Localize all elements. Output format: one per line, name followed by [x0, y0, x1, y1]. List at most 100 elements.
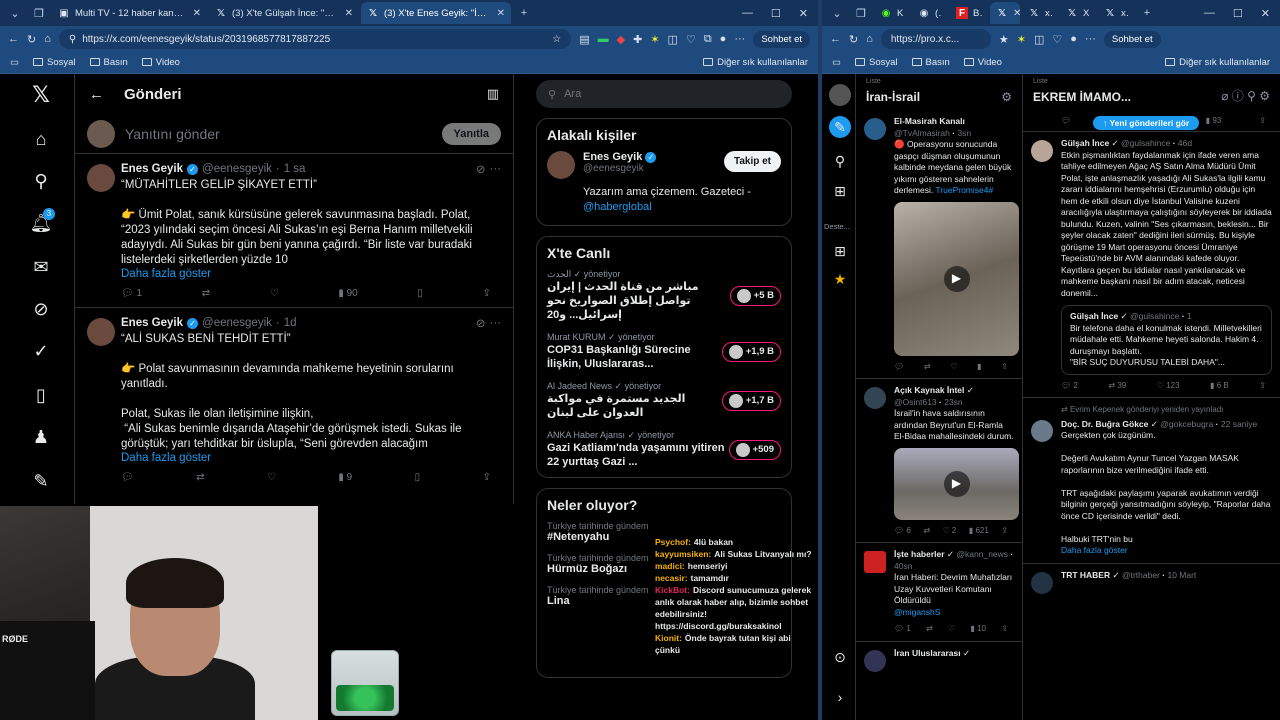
copilot-chat-button[interactable]: Sohbet et — [753, 30, 810, 48]
maximize-icon[interactable]: ☐ — [771, 7, 781, 20]
grok-icon[interactable]: ⊘ — [476, 316, 486, 330]
column-post[interactable]: Gülşah İnce ✓ @gulsahince · 46d Etkin pi… — [1023, 132, 1280, 398]
column-post[interactable]: El-Masirah Kanalı @TvAlmasirah · 3sn 🔴 O… — [856, 110, 1022, 379]
live-item[interactable]: ANKA Haber Ajansı ✓ yönetiyor Gazi Katlia… — [547, 430, 781, 469]
views-action[interactable]: ▮ 621 — [969, 525, 989, 537]
other-favorites[interactable]: Diğer sık kullanılanlar — [703, 57, 808, 68]
reply-action[interactable]: 💬︎ — [121, 472, 134, 483]
verified-icon[interactable]: ✓ — [28, 338, 54, 364]
author-handle[interactable]: @eenesgeyik — [202, 317, 272, 329]
play-icon[interactable]: ▶ — [943, 470, 970, 497]
avatar[interactable]: ● — [720, 33, 727, 45]
avatar[interactable] — [1031, 420, 1053, 442]
more-options-icon[interactable]: ⊙ — [829, 646, 851, 668]
back-icon[interactable]: ← — [830, 33, 841, 45]
tab-bre[interactable]: FBRE — [950, 2, 988, 24]
repost-icon[interactable]: ⇄ — [923, 525, 930, 537]
bookmark-folder-video[interactable]: Video — [141, 57, 180, 68]
avatar[interactable] — [864, 387, 886, 409]
more-icon[interactable]: ··· — [490, 317, 502, 329]
column-post[interactable]: İran Uluslararası ✓ — [856, 642, 1022, 672]
avatar[interactable] — [864, 551, 886, 573]
views-chart-icon[interactable]: ▮ — [977, 361, 981, 373]
column-action-icons[interactable]: ⌀ ⓘ ⚲ ⚙ — [1221, 87, 1270, 104]
reply-button[interactable]: Yanıtla — [441, 122, 501, 145]
live-item[interactable]: Murat KURUM ✓ yönetiyor COP31 Başkanlığı … — [547, 332, 781, 371]
tab-x[interactable]: ◉(3) A — [912, 2, 948, 24]
like-action[interactable]: ♡ 123 — [1157, 380, 1180, 392]
url-field[interactable]: https://pro.x.c... — [880, 29, 991, 49]
extension-icon[interactable]: ▤ — [579, 33, 589, 46]
column-post[interactable]: TRT HABER ✓ @trthaber · 10 Mart — [1023, 564, 1280, 594]
compose-post-icon[interactable]: ✎ — [28, 468, 54, 494]
grok-icon[interactable]: ⊘ — [476, 162, 486, 176]
share-icon[interactable]: ⇪ — [483, 288, 491, 299]
reader-view-icon[interactable]: ▥ — [487, 86, 499, 102]
workspaces-icon[interactable]: ❐ — [28, 3, 50, 23]
extension-icon[interactable]: ◆ — [617, 33, 625, 46]
more-icon[interactable]: ··· — [490, 163, 502, 175]
views-action[interactable]: ▮ 6 B — [1210, 380, 1229, 392]
extension-icon[interactable]: ▬ — [598, 33, 609, 45]
extension-icon[interactable]: ✚ — [633, 33, 642, 46]
tab-actions-icon[interactable]: ⌄ — [4, 3, 26, 23]
avatar[interactable] — [864, 649, 886, 672]
related-name[interactable]: Enes Geyik — [583, 151, 642, 163]
bio-link[interactable]: @haberglobal — [583, 201, 652, 213]
refresh-icon[interactable]: ↻ — [27, 33, 36, 46]
tab-xco-2[interactable]: 𝕏x.co — [1098, 2, 1134, 24]
video-thumbnail[interactable]: ▶ — [894, 201, 1019, 356]
url-field[interactable]: ⚲ https://x.com/eenesgeyik/status/2031968… — [58, 29, 572, 49]
author-name[interactable]: Enes Geyik — [121, 317, 183, 329]
minimize-icon[interactable]: — — [742, 7, 753, 20]
back-arrow-icon[interactable]: ← — [89, 86, 104, 103]
split-screen-icon[interactable]: ◫ — [668, 33, 678, 46]
play-icon[interactable]: ▶ — [943, 265, 970, 292]
repost-icon[interactable]: ⇄ — [926, 623, 933, 635]
compose-post-icon[interactable]: ✎ — [829, 116, 851, 138]
column-post[interactable]: İşte haberler ✓ @kann_news · 40sn İran H… — [856, 543, 1022, 642]
avatar[interactable] — [1031, 140, 1053, 162]
tab-kick[interactable]: ◉Kick — [874, 2, 910, 24]
close-tab-icon[interactable]: ✕ — [497, 8, 505, 19]
hashtag-link[interactable]: TruePromise4# — [935, 185, 993, 195]
repost-icon[interactable]: ⇄ — [924, 361, 931, 373]
x-logo-icon[interactable]: 𝕏 — [28, 82, 54, 108]
more-menu-icon[interactable]: ··· — [1085, 33, 1096, 45]
favorite-star-icon[interactable]: ★ — [999, 33, 1009, 46]
tab-active[interactable]: 𝕏 ✕ — [990, 2, 1020, 24]
close-tab-icon[interactable]: ✕ — [345, 8, 353, 19]
close-tab-icon[interactable]: ✕ — [193, 8, 201, 19]
repost-action[interactable]: ⇄ 39 — [1108, 380, 1126, 392]
refresh-icon[interactable]: ↻ — [849, 33, 858, 46]
column-post[interactable]: Açık Kaynak İntel ✓ @Osint613 · 23sn İsr… — [856, 379, 1022, 543]
workspaces-icon[interactable]: ❐ — [850, 3, 872, 23]
copilot-chat-button[interactable]: Sohbet et — [1103, 30, 1161, 48]
share-icon[interactable]: ⇪ — [483, 472, 491, 483]
extension-icon[interactable]: ✶ — [1017, 33, 1026, 46]
show-more-link[interactable]: Daha fazla göster — [121, 268, 501, 280]
bookmark-icon[interactable]: ▯ — [417, 288, 423, 299]
repost-action[interactable]: ⇄ — [196, 472, 204, 483]
home-icon[interactable]: ⌂ — [44, 33, 51, 45]
bookmarks-icon[interactable]: ▯ — [28, 382, 54, 408]
like-action[interactable]: ♡ — [270, 288, 279, 299]
bookmark-folder-basin[interactable]: Basın — [911, 57, 950, 68]
split-screen-icon[interactable]: ◫ — [1034, 33, 1044, 46]
reply-input[interactable]: Yanıtını gönder — [125, 126, 220, 142]
column-title[interactable]: EKREM İMAMO... — [1033, 90, 1131, 104]
tab-xte[interactable]: 𝕏X'te — [1060, 2, 1096, 24]
close-window-icon[interactable]: ✕ — [799, 7, 808, 20]
live-listeners-badge[interactable]: +1,9 B — [721, 341, 781, 362]
bookmarks-manage-icon[interactable]: ▭ — [832, 57, 841, 68]
reply-action[interactable]: 💬︎ 2 — [1061, 380, 1078, 392]
avatar[interactable] — [864, 118, 886, 140]
tab-actions-icon[interactable]: ⌄ — [826, 3, 848, 23]
share-icon[interactable]: ⇪ — [1259, 116, 1266, 125]
live-listeners-badge[interactable]: +1,7 B — [721, 390, 781, 411]
new-tab-icon[interactable]: + — [1136, 3, 1158, 23]
views-action[interactable]: ▮ 10 — [970, 623, 986, 635]
site-info-icon[interactable]: ⚲ — [69, 34, 76, 45]
live-listeners-badge[interactable]: +5 B — [729, 285, 781, 306]
tab-enes[interactable]: 𝕏(3) X'te Enes Geyik: "İBB DAVASINI✕ — [361, 2, 511, 24]
